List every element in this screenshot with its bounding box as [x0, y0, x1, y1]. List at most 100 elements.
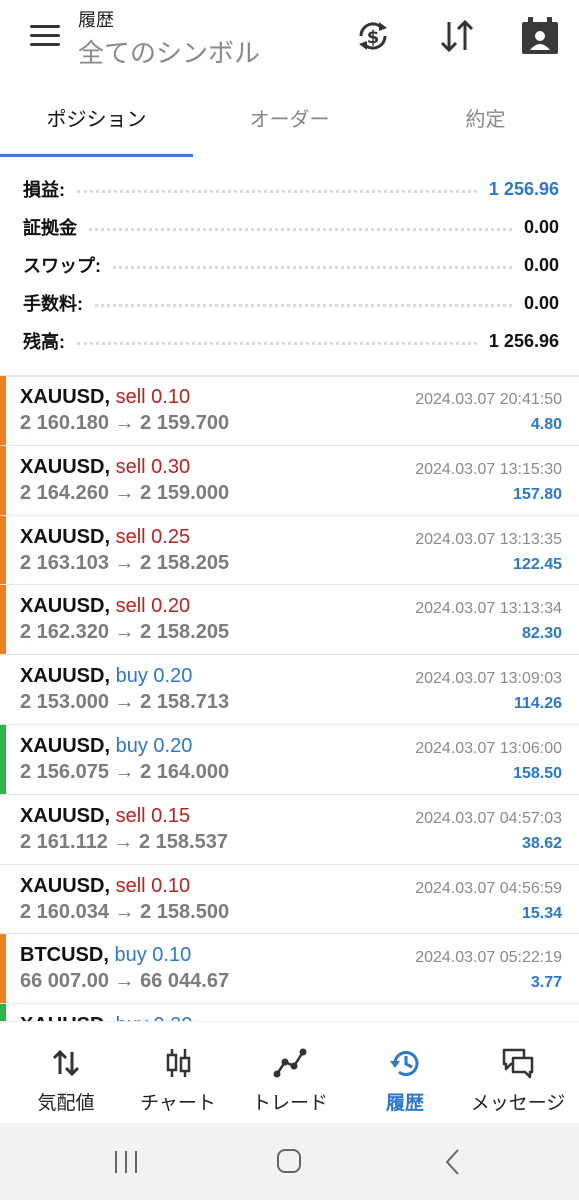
trade-prices: 2 160.034 → 2 158.500: [20, 900, 230, 923]
trade-row[interactable]: BTCUSD, buy 0.10 66 007.00 → 66 044.67 202…: [0, 934, 579, 1005]
trade-profit: 122.45: [513, 555, 562, 573]
trade-symbol: BTCUSD,: [20, 944, 109, 967]
trade-row[interactable]: XAUUSD, buy 0.202024.03.07 13:05:57: [0, 1004, 579, 1021]
sort-icon[interactable]: [437, 16, 477, 56]
summary-value: 0.00: [523, 292, 559, 313]
recent-apps-icon[interactable]: [106, 1147, 146, 1177]
trade-profit: 82.30: [521, 625, 562, 643]
trade-indicator-bar: [0, 585, 6, 655]
summary-value: 1 256.96: [488, 330, 559, 351]
trade-prices: 2 163.103 → 2 158.205: [20, 551, 230, 574]
trade-volume: 0.10: [152, 944, 192, 967]
trade-title: XAUUSD, sell 0.25: [20, 526, 190, 549]
trade-title: XAUUSD, buy 0.20: [20, 1014, 192, 1021]
nav-label: チャート: [140, 1093, 216, 1114]
trade-volume: 0.10: [151, 874, 191, 897]
trade-row[interactable]: XAUUSD, sell 0.10 2 160.034 → 2 158.500 20…: [0, 865, 579, 935]
trade-volume: 0.30: [151, 455, 191, 478]
trade-side: sell: [115, 804, 146, 827]
trade-profit: 158.50: [513, 764, 562, 782]
trade-row[interactable]: XAUUSD, sell 0.20 2 162.320 → 2 158.205 20…: [0, 585, 579, 656]
trade-row[interactable]: XAUUSD, sell 0.30 2 164.260 → 2 159.000 20…: [0, 445, 579, 516]
trade-volume: 0.25: [151, 525, 191, 548]
trade-title: XAUUSD, sell 0.15: [20, 805, 190, 828]
nav-trade[interactable]: トレード: [232, 1022, 348, 1124]
trade-symbol: XAUUSD,: [20, 525, 111, 548]
menu-icon[interactable]: [30, 25, 60, 49]
trade-prices: 66 007.00 → 66 044.67: [20, 970, 230, 993]
trade-volume: 0.20: [153, 734, 193, 757]
nav-messages[interactable]: メッセージ: [460, 1022, 576, 1124]
trade-side: sell: [115, 525, 146, 548]
trade-time: 2024.03.07 05:22:19: [415, 949, 562, 967]
messages-icon: [502, 1048, 534, 1079]
tab-bar: ポジション オーダー 約定: [0, 88, 579, 158]
trade-time: 2024.03.07 04:56:59: [415, 879, 562, 897]
trade-time: 2024.03.07 04:57:03: [415, 809, 562, 827]
trade-indicator-bar: [0, 445, 6, 515]
calendar-icon[interactable]: [520, 16, 560, 56]
trade-profit: 3.77: [530, 974, 562, 992]
trade-symbol: XAUUSD,: [20, 874, 111, 897]
trade-volume: 0.15: [151, 804, 191, 827]
account-summary: 損益: 1 256.96 証拠金 0.00 スワップ: 0.00 手数料: 0.…: [0, 170, 579, 360]
back-icon[interactable]: [433, 1147, 473, 1177]
symbol-filter[interactable]: 全てのシンボル: [78, 33, 260, 70]
trade-row[interactable]: XAUUSD, buy 0.20 2 156.075 → 2 164.000 202…: [0, 724, 579, 795]
nav-chart[interactable]: チャート: [120, 1022, 236, 1124]
quotes-icon: [52, 1049, 80, 1077]
trade-side: buy: [115, 734, 148, 757]
trade-row[interactable]: XAUUSD, sell 0.25 2 163.103 → 2 158.205 20…: [0, 515, 579, 586]
tab-orders[interactable]: オーダー: [193, 88, 386, 158]
summary-value: 0.00: [523, 254, 559, 275]
trade-side: buy: [116, 1014, 148, 1021]
trade-profit: 38.62: [521, 834, 562, 852]
trade-title: BTCUSD, buy 0.10: [20, 944, 191, 967]
trade-indicator-bar: [0, 376, 6, 445]
trade-title: XAUUSD, sell 0.10: [20, 875, 190, 898]
currency-exchange-icon[interactable]: $: [353, 16, 393, 56]
trade-prices: 2 162.320 → 2 158.205: [20, 621, 230, 644]
trade-indicator-bar: [0, 1004, 6, 1021]
nav-label: 気配値: [37, 1093, 95, 1114]
trade-row[interactable]: XAUUSD, sell 0.15 2 161.112 → 2 158.537 20…: [0, 795, 579, 865]
nav-history[interactable]: 履歴: [347, 1022, 463, 1124]
tab-positions[interactable]: ポジション: [0, 88, 193, 158]
trade-time: 2024.03.07 13:13:34: [415, 600, 562, 618]
trade-row[interactable]: XAUUSD, buy 0.20 2 153.000 → 2 158.713 202…: [0, 655, 579, 725]
trade-side: buy: [115, 665, 148, 688]
summary-row-swap: スワップ: 0.00: [0, 246, 579, 284]
home-icon[interactable]: [269, 1147, 309, 1177]
trade-side: sell: [115, 386, 146, 408]
trade-side: sell: [115, 874, 146, 897]
summary-row-commission: 手数料: 0.00: [0, 284, 579, 322]
nav-label: 履歴: [385, 1093, 424, 1114]
trade-time: 2024.03.07 20:41:50: [415, 391, 562, 408]
active-tab-indicator: [0, 154, 193, 157]
bottom-navigation: 気配値 チャート トレード 履歴 メッセージ: [0, 1021, 579, 1123]
trade-volume: 0.20: [153, 1014, 192, 1021]
trade-indicator-bar: [0, 515, 6, 585]
trade-prices: 2 164.260 → 2 159.000: [20, 481, 230, 504]
trade-side: sell: [115, 595, 146, 618]
trade-profit: 157.80: [513, 485, 562, 503]
summary-value: 1 256.96: [488, 178, 559, 199]
summary-label: 手数料:: [23, 294, 83, 314]
summary-row-balance: 残高: 1 256.96: [0, 322, 579, 360]
trade-prices: 2 161.112 → 2 158.537: [20, 830, 228, 853]
summary-label: 損益:: [23, 180, 65, 200]
trade-row[interactable]: XAUUSD, sell 0.10 2 160.180 → 2 159.700 20…: [0, 376, 579, 446]
summary-value: 0.00: [523, 216, 559, 237]
summary-row-profit: 損益: 1 256.96: [0, 170, 579, 208]
trade-symbol: XAUUSD,: [20, 386, 111, 408]
trade-symbol: XAUUSD,: [20, 804, 111, 827]
tab-deals[interactable]: 約定: [389, 88, 579, 158]
trade-indicator-bar: [0, 655, 6, 724]
nav-quotes[interactable]: 気配値: [8, 1022, 124, 1124]
trade-symbol: XAUUSD,: [20, 734, 111, 757]
trade-title: XAUUSD, sell 0.30: [20, 456, 190, 479]
chart-icon: [166, 1049, 191, 1077]
history-icon: [390, 1051, 419, 1076]
trade-volume: 0.10: [151, 386, 191, 408]
summary-label: 残高:: [23, 332, 65, 352]
